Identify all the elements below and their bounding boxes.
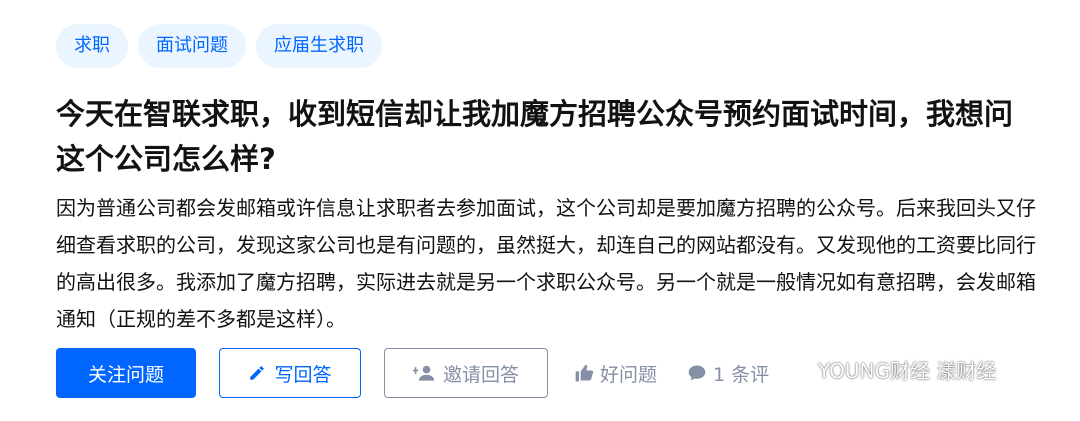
- comments-label: 1 条评: [713, 363, 770, 386]
- tag-interview-questions[interactable]: 面试问题: [138, 24, 246, 68]
- watermark: YOUNG财经 漾财经: [786, 355, 996, 384]
- good-question-label: 好问题: [600, 363, 658, 386]
- follow-question-button[interactable]: 关注问题: [56, 348, 196, 398]
- good-question-button[interactable]: 好问题: [574, 360, 657, 387]
- invite-answer-button[interactable]: 邀请回答: [384, 348, 548, 398]
- tag-graduate-job-seeking[interactable]: 应届生求职: [256, 24, 382, 68]
- comments-button[interactable]: 1 条评: [687, 360, 769, 387]
- thumbs-up-icon: [574, 363, 594, 383]
- question-title: 今天在智联求职，收到短信却让我加魔方招聘公众号预约面试时间，我想问这个公司怎么样…: [56, 97, 1014, 176]
- question-actions: 关注问题 写回答 邀请回答 好问题 1 条评: [56, 348, 769, 398]
- comment-bubble-icon: [687, 363, 707, 383]
- pencil-icon: [248, 364, 266, 382]
- add-user-icon: [412, 364, 435, 382]
- invite-answer-label: 邀请回答: [442, 363, 519, 386]
- follow-question-label: 关注问题: [87, 363, 164, 386]
- tag-job-seeking[interactable]: 求职: [56, 24, 128, 68]
- write-answer-button[interactable]: 写回答: [219, 348, 361, 398]
- topic-tags: 求职 面试问题 应届生求职: [56, 24, 382, 68]
- write-answer-label: 写回答: [274, 363, 332, 386]
- wechat-icon: [786, 359, 812, 381]
- watermark-text: YOUNG财经 漾财经: [818, 359, 997, 383]
- question-detail: 因为普通公司都会发邮箱或许信息让求职者去参加面试，这个公司却是要加魔方招聘的公众…: [56, 196, 1036, 331]
